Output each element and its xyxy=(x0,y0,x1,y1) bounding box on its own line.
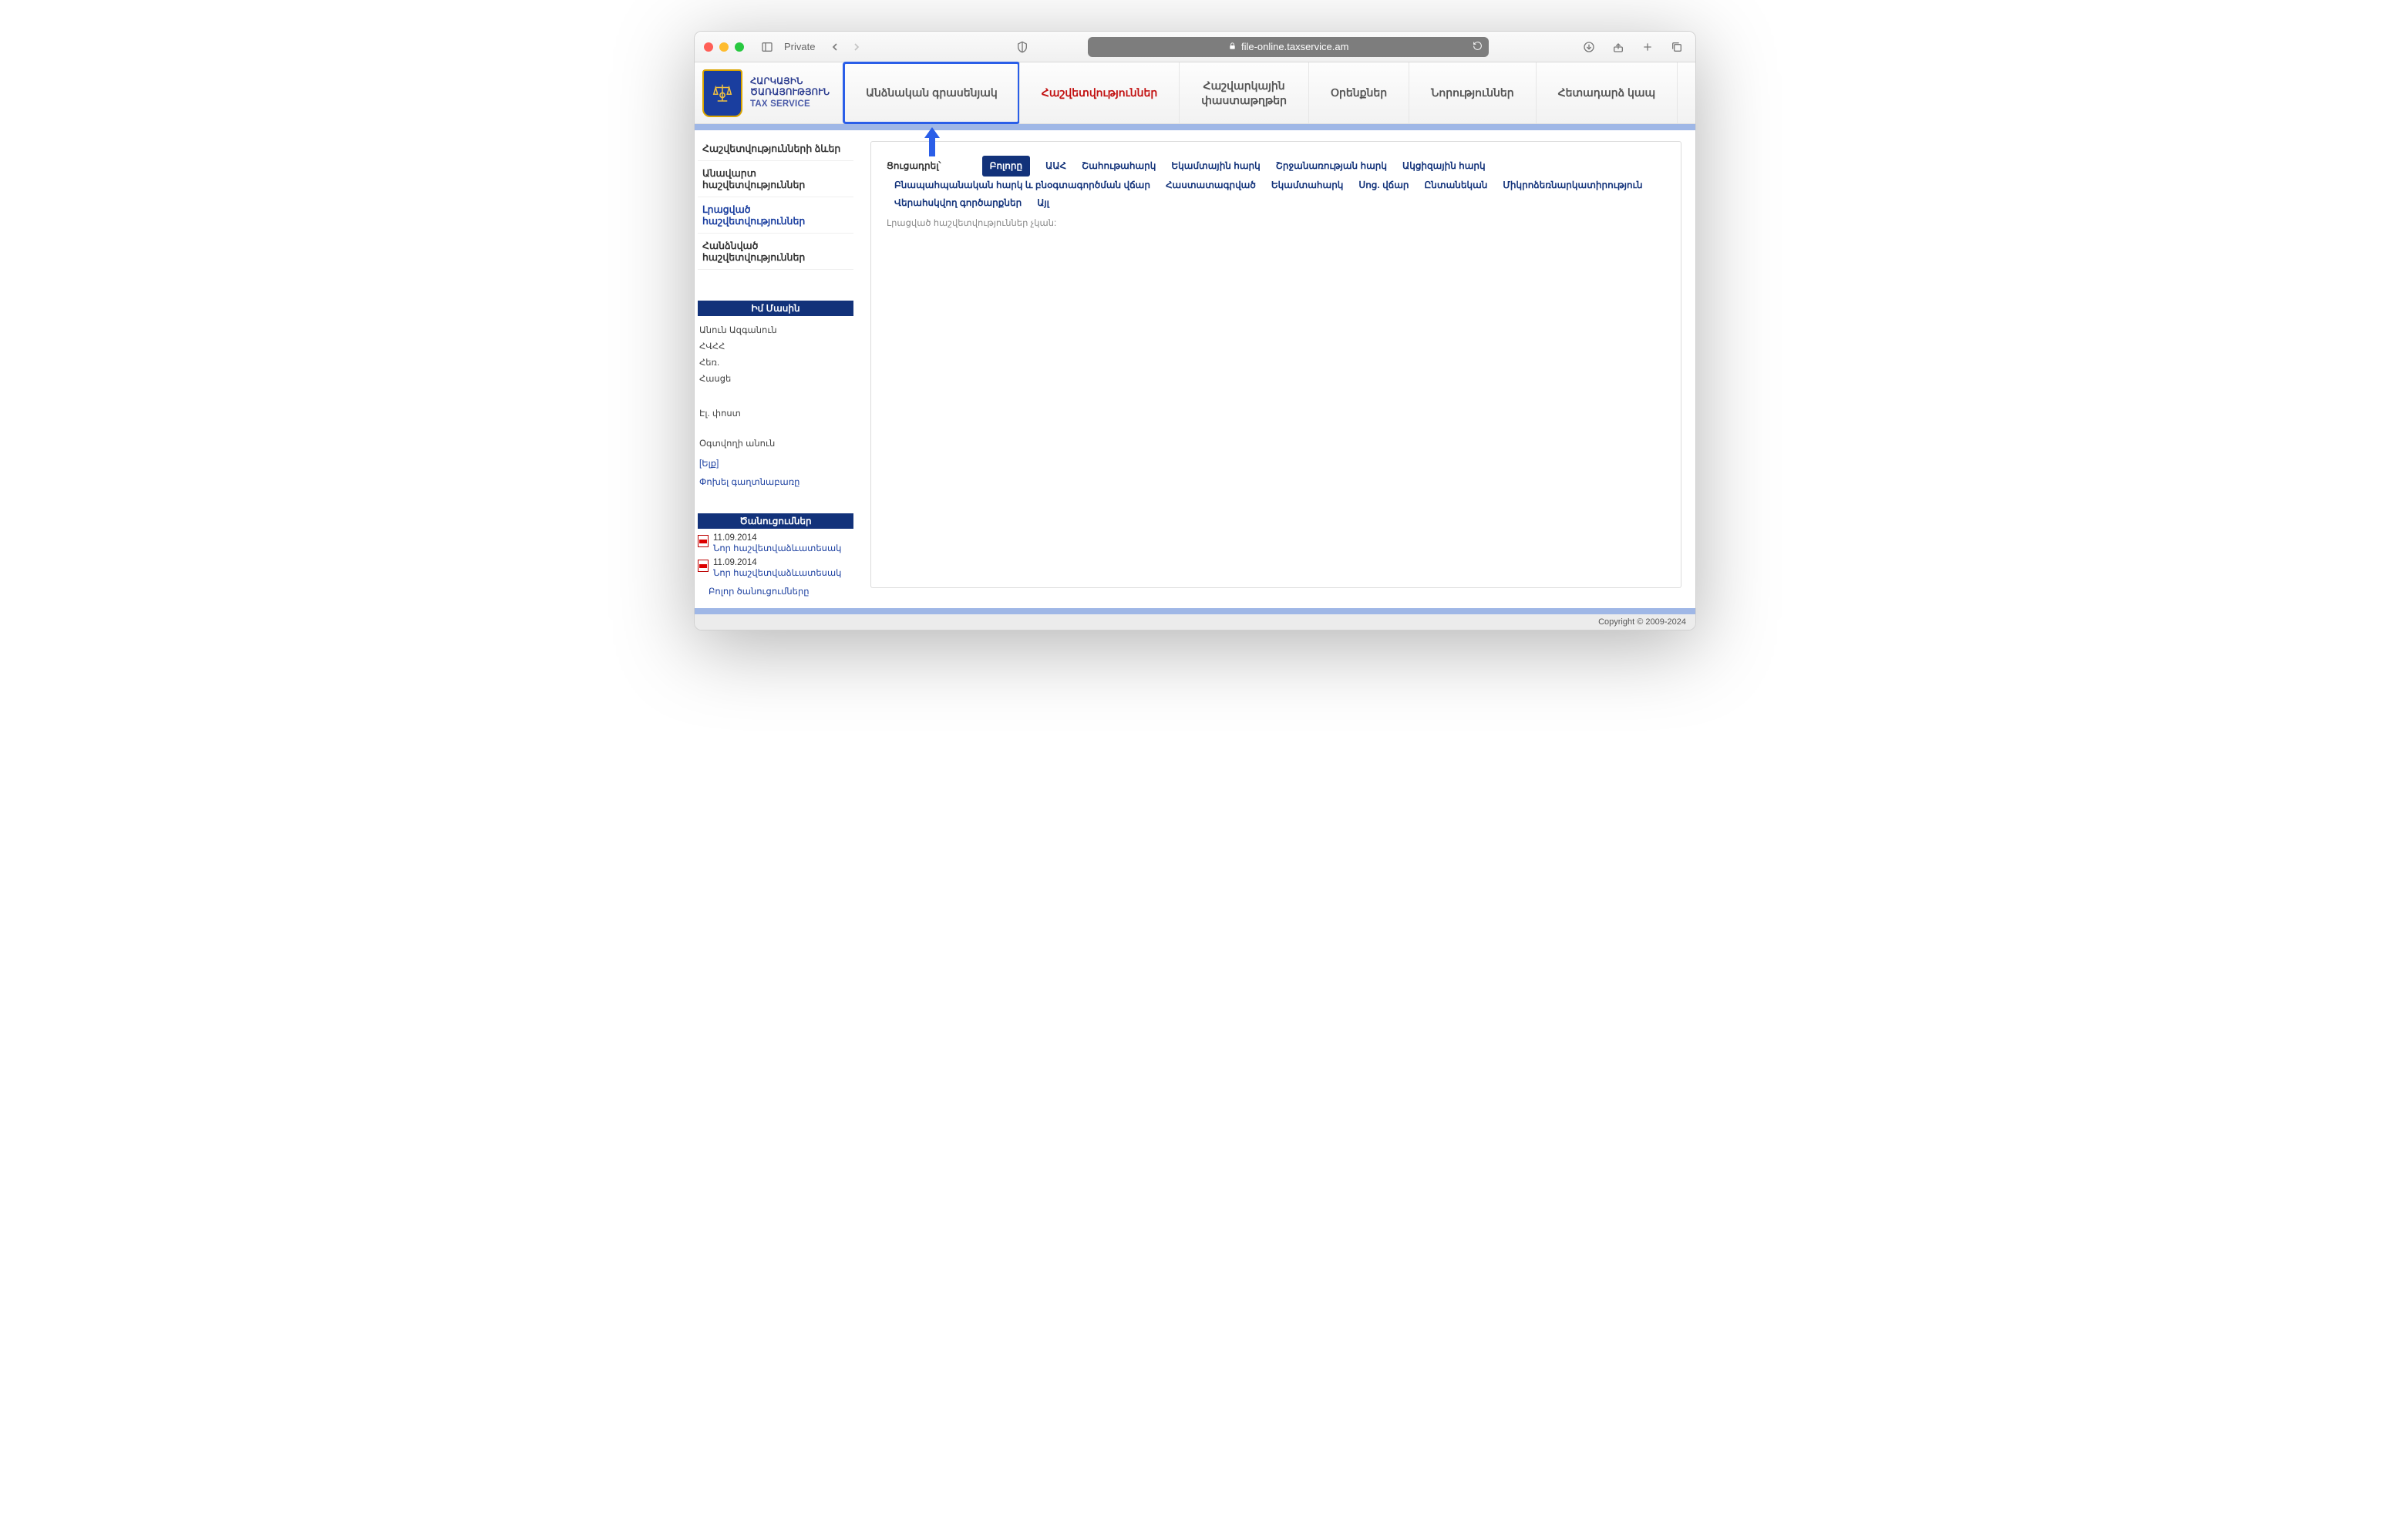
sidebar-report-item-0[interactable]: Հաշվետվությունների ձևեր xyxy=(698,136,853,161)
about-phone-label: Հեռ. xyxy=(699,358,852,369)
footer: Copyright © 2009-2024 xyxy=(695,614,1695,630)
empty-state-message: Լրացված հաշվետվություններ չկան: xyxy=(887,217,1665,228)
minimize-window-button[interactable] xyxy=(719,42,729,52)
notice-title[interactable]: Նոր հաշվետվաձևատեսակ xyxy=(713,543,841,553)
filter-pill-8[interactable]: Եկամտահարկ xyxy=(1271,177,1344,194)
sidebar-report-item-3[interactable]: Հանձնված հաշվետվություններ xyxy=(698,234,853,270)
sidebar: Հաշվետվությունների ձևերԱնավարտ հաշվետվու… xyxy=(695,130,857,608)
filter-pill-0[interactable]: Բոլորը xyxy=(982,156,1030,177)
filter-pill-6[interactable]: Բնապահպանական հարկ և բնօգտագործման վճար xyxy=(894,177,1150,194)
site-brand-text: ՀԱՐԿԱՅԻՆ ԾԱՌԱՅՈՒԹՅՈՒՆ TAX SERVICE xyxy=(750,76,830,109)
nav-item-1[interactable]: Հաշվետվություններ xyxy=(1019,62,1179,123)
nav-item-6[interactable]: Օգնություն xyxy=(1677,62,1696,123)
notice-item-1[interactable]: 11.09.2014Նոր հաշվետվաձևատեսակ xyxy=(698,558,853,578)
maximize-window-button[interactable] xyxy=(735,42,744,52)
filter-pill-13[interactable]: Այլ xyxy=(1037,194,1049,212)
sidebar-report-item-2[interactable]: Լրացված հաշվետվություններ xyxy=(698,197,853,234)
filter-label: Ցուցադրել՝ xyxy=(887,160,941,171)
filter-pill-4[interactable]: Շրջանառության հարկ xyxy=(1276,157,1387,175)
forward-button[interactable] xyxy=(847,38,866,56)
about-me-fields: Անուն Ազգանուն ՀՎՀՀ Հեռ. Հասցե Էլ. փոստ … xyxy=(698,316,853,492)
decorative-strip xyxy=(695,608,1695,614)
copyright-text: Copyright © 2009-2024 xyxy=(1598,617,1686,627)
tabs-overview-icon[interactable] xyxy=(1668,38,1686,56)
about-me-title: Իմ Մասին xyxy=(698,301,853,316)
nav-item-5[interactable]: Հետադարձ կապ xyxy=(1536,62,1678,123)
filter-pill-7[interactable]: Հաստատագրված xyxy=(1166,177,1256,194)
main-content: Ցուցադրել՝ Բոլորը ԱԱՀ Շահութահարկ Եկամտային… xyxy=(857,130,1695,608)
notice-date: 11.09.2014 xyxy=(713,533,841,543)
sidebar-toggle-icon[interactable] xyxy=(758,38,776,56)
notice-item-0[interactable]: 11.09.2014Նոր հաշվետվաձևատեսակ xyxy=(698,533,853,553)
decorative-strip xyxy=(695,124,1695,130)
lock-icon xyxy=(1228,41,1237,52)
nav-item-0[interactable]: Անձնական գրասենյակ xyxy=(843,62,1019,123)
close-window-button[interactable] xyxy=(704,42,713,52)
filter-pill-11[interactable]: Միկրոձեռնարկատիրություն xyxy=(1503,177,1642,194)
filter-pill-12[interactable]: Վերահսկվող գործարքներ xyxy=(894,194,1022,212)
notice-title[interactable]: Նոր հաշվետվաձևատեսակ xyxy=(713,567,841,578)
url-text: file-online.taxservice.am xyxy=(1241,41,1348,52)
pdf-icon xyxy=(698,560,709,572)
main-nav: Անձնական գրասենյակՀաշվետվություններՀաշվա… xyxy=(843,62,1695,123)
share-icon[interactable] xyxy=(1609,38,1628,56)
about-ssn-label: ՀՎՀՀ xyxy=(699,341,852,353)
filter-pill-1[interactable]: ԱԱՀ xyxy=(1045,157,1066,175)
privacy-shield-icon[interactable] xyxy=(1013,38,1032,56)
window-controls xyxy=(704,42,744,52)
nav-item-4[interactable]: Նորություններ xyxy=(1409,62,1536,123)
notices-list: 11.09.2014Նոր հաշվետվաձևատեսակ11.09.2014… xyxy=(698,533,853,578)
notices-title: Ծանուցումներ xyxy=(698,513,853,529)
annotation-arrow-icon xyxy=(921,126,943,161)
refresh-icon[interactable] xyxy=(1473,41,1483,53)
back-button[interactable] xyxy=(826,38,844,56)
nav-item-3[interactable]: Օրենքներ xyxy=(1308,62,1409,123)
filter-pill-10[interactable]: Ընտանեկան xyxy=(1425,177,1488,194)
url-bar[interactable]: file-online.taxservice.am xyxy=(1088,37,1489,57)
new-tab-icon[interactable] xyxy=(1638,38,1657,56)
filter-pill-3[interactable]: Եկամտային հարկ xyxy=(1171,157,1260,175)
sidebar-reports-list: Հաշվետվությունների ձևերԱնավարտ հաշվետվու… xyxy=(698,136,853,270)
about-user-label: Օգտվողի անուն xyxy=(699,439,852,450)
site-logo-block[interactable]: ՀԱՐԿԱՅԻՆ ԾԱՌԱՅՈՒԹՅՈՒՆ TAX SERVICE xyxy=(695,62,843,123)
sidebar-report-item-1[interactable]: Անավարտ հաշվետվություններ xyxy=(698,161,853,197)
about-email-label: Էլ. փոստ xyxy=(699,409,852,420)
filter-pill-5[interactable]: Ակցիզային հարկ xyxy=(1402,157,1486,175)
filter-row: Ցուցադրել՝ Բոլորը ԱԱՀ Շահութահարկ Եկամտային… xyxy=(887,156,1665,211)
content-panel: Ցուցադրել՝ Բոլորը ԱԱՀ Շահութահարկ Եկամտային… xyxy=(870,141,1681,588)
tax-service-logo-icon xyxy=(702,69,742,117)
about-address-label: Հասցե xyxy=(699,374,852,385)
nav-item-2[interactable]: Հաշվարկայինփաստաթղթեր xyxy=(1179,62,1308,123)
notice-date: 11.09.2014 xyxy=(713,558,841,567)
site-header: ՀԱՐԿԱՅԻՆ ԾԱՌԱՅՈՒԹՅՈՒՆ TAX SERVICE Անձնակ… xyxy=(695,62,1695,124)
downloads-icon[interactable] xyxy=(1580,38,1598,56)
browser-titlebar: Private file-online.taxservice.am xyxy=(695,32,1695,62)
pdf-icon xyxy=(698,535,709,547)
filter-pill-2[interactable]: Շահութահարկ xyxy=(1082,157,1156,175)
all-notices-link[interactable]: Բոլոր ծանուցումները xyxy=(709,586,853,597)
private-mode-label: Private xyxy=(784,41,815,52)
about-name-label: Անուն Ազգանուն xyxy=(699,325,852,337)
filter-pill-9[interactable]: Սոց. վճար xyxy=(1358,177,1409,194)
change-password-link[interactable]: Փոխել գաղտնաբառը xyxy=(699,476,852,487)
logout-link[interactable]: [Ելք] xyxy=(699,458,852,469)
